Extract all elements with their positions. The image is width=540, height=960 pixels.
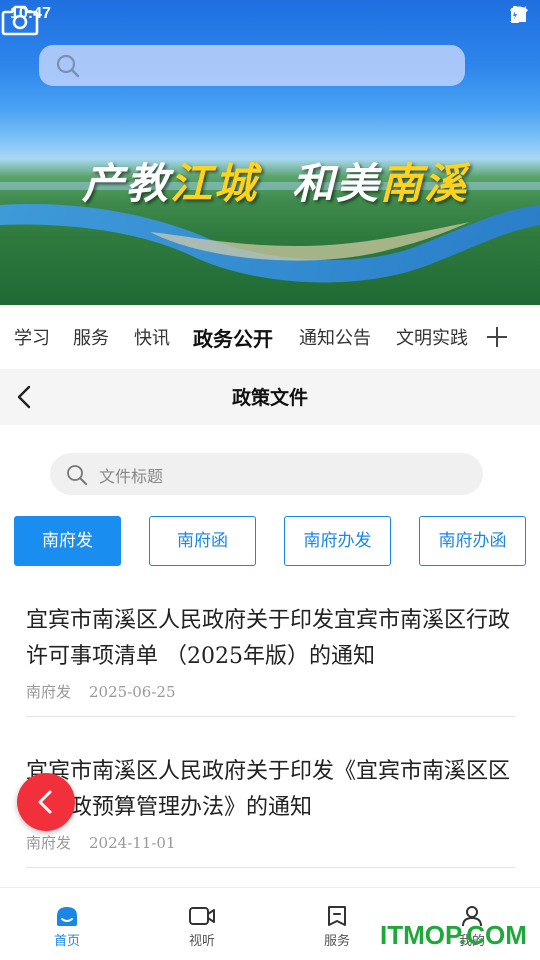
filter-nanfufa[interactable]: 南府发 [14, 516, 121, 566]
article-date: 2025-06-25 [89, 683, 176, 701]
list-item[interactable]: 宜宾市南溪区人民政府关于印发宜宾市南溪区行政许可事项清单 （2025年版）的通知… [26, 603, 515, 717]
page-header: 政策文件 [0, 369, 540, 425]
channel-tabs: 学习 服务 快讯 政务公开 通知公告 文明实践 [0, 305, 540, 369]
video-icon [189, 907, 215, 925]
article-type: 南府发 [26, 683, 72, 701]
article-title[interactable]: 宜宾市南溪区人民政府关于印发《宜宾市南溪区区级财政预算管理办法》的通知 [26, 754, 515, 826]
hero-banner[interactable]: 10:47 产教江城 和美南溪 [0, 0, 540, 305]
slogan-left-white: 产教 [82, 159, 171, 208]
bookmark-icon [328, 906, 346, 926]
slogan-right-white: 和美 [292, 159, 381, 208]
article-type: 南府发 [26, 834, 72, 852]
tab-study[interactable]: 学习 [14, 324, 50, 350]
nav-service[interactable]: 服务 [297, 904, 377, 949]
article-title[interactable]: 宜宾市南溪区人民政府关于印发宜宾市南溪区行政许可事项清单 （2025年版）的通知 [26, 603, 515, 675]
nav-home-label: 首页 [53, 934, 80, 949]
nav-home[interactable]: 首页 [27, 904, 107, 949]
status-bar: 10:47 [0, 0, 540, 32]
nav-service-label: 服务 [323, 934, 350, 949]
policy-document-list: 文件标题 南府发 南府函 南府办发 南府办函 宜宾市南溪区人民政府关于印发宜宾市… [0, 425, 540, 887]
floating-back-button[interactable] [17, 773, 75, 831]
list-item[interactable]: 宜宾市南溪区人民政府关于印发《宜宾市南溪区区级财政预算管理办法》的通知 南府发 2… [26, 754, 515, 868]
tab-civilization-practice[interactable]: 文明实践 [396, 324, 468, 350]
document-search-input[interactable]: 文件标题 [50, 453, 483, 495]
filter-nanfuhan[interactable]: 南府函 [149, 516, 256, 566]
tab-notices[interactable]: 通知公告 [299, 324, 371, 350]
article-meta: 南府发 2024-11-01 [26, 832, 515, 853]
top-search-bar[interactable] [39, 45, 465, 86]
add-channel-icon[interactable] [486, 326, 508, 348]
nav-video[interactable]: 视听 [162, 904, 242, 949]
chevron-left-icon [38, 790, 52, 814]
filter-nanfubanfa[interactable]: 南府办发 [284, 516, 391, 566]
divider [26, 716, 515, 717]
document-search-placeholder: 文件标题 [99, 467, 164, 486]
slogan-left-yellow: 江城 [170, 159, 259, 208]
filter-nanfubanhan[interactable]: 南府办函 [419, 516, 526, 566]
slogan-right-yellow: 南溪 [380, 159, 469, 208]
watermark: ITMOP.COM [380, 920, 527, 950]
banner-slogan-right: 和美南溪 [292, 150, 468, 211]
article-date: 2024-11-01 [89, 834, 176, 852]
tab-news-flash[interactable]: 快讯 [134, 324, 170, 350]
page-title: 政策文件 [231, 387, 308, 409]
tab-government-affairs[interactable]: 政务公开 [193, 323, 273, 352]
battery-icon [511, 6, 519, 23]
camera-icon[interactable] [0, 0, 40, 40]
search-icon [56, 54, 80, 78]
search-icon [67, 465, 87, 485]
banner-slogan-left: 产教江城 [82, 150, 258, 211]
home-icon [57, 907, 77, 926]
tab-service[interactable]: 服务 [73, 324, 109, 350]
divider [26, 867, 515, 868]
nav-video-label: 视听 [188, 934, 215, 949]
article-meta: 南府发 2025-06-25 [26, 681, 515, 702]
